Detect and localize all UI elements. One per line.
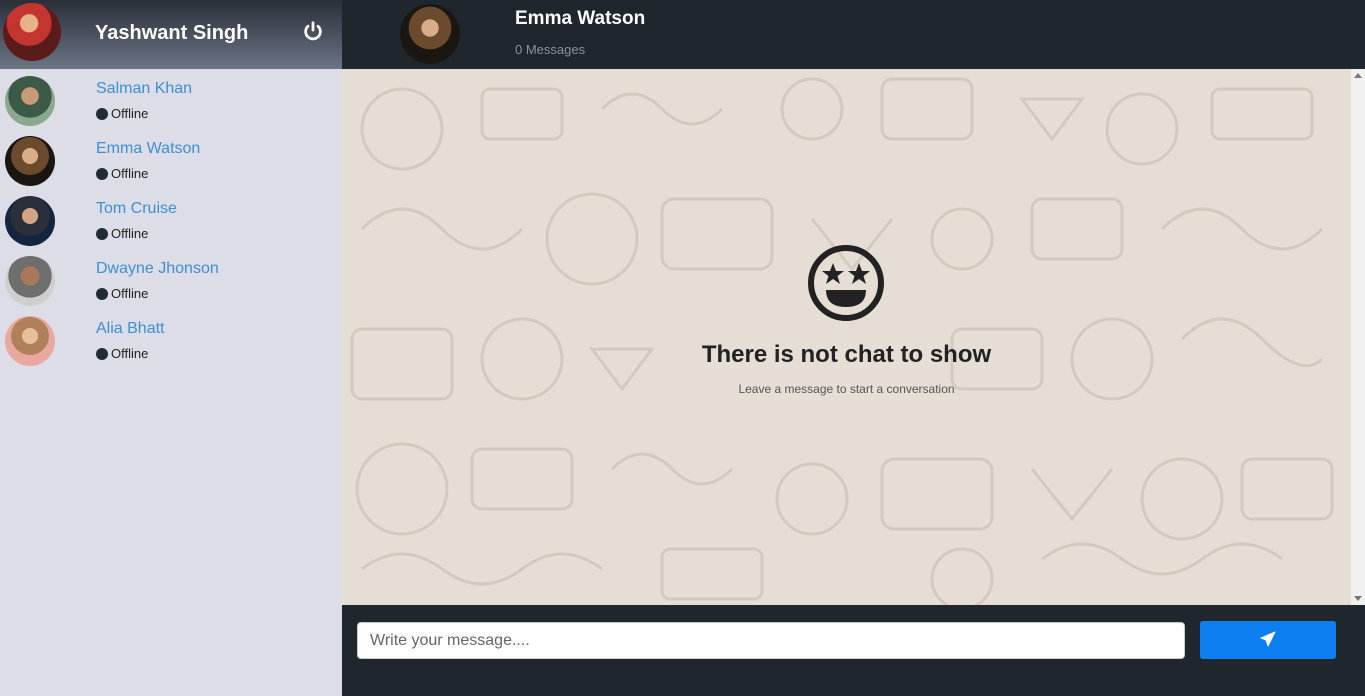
chat-scrollbar[interactable] (1351, 69, 1365, 605)
current-user-bar: Yashwant Singh (0, 0, 342, 69)
empty-state-subtitle: Leave a message to start a conversation (738, 382, 955, 396)
empty-state-title: There is not chat to show (701, 341, 992, 368)
contact-avatar (5, 256, 55, 306)
status-dot-icon (96, 227, 108, 240)
message-count: 0 Messages (515, 42, 586, 57)
empty-state: There is not chat to show Leave a messag… (342, 69, 1351, 605)
send-button[interactable] (1200, 621, 1336, 659)
status-text: Offline (111, 346, 149, 361)
current-user-name: Yashwant Singh (95, 22, 249, 44)
message-composer (342, 605, 1365, 696)
contact-status: Offline (96, 226, 148, 241)
contact-avatar (5, 316, 55, 366)
status-text: Offline (111, 286, 149, 301)
contact-name: Emma Watson (96, 140, 201, 157)
contact-status: Offline (96, 166, 148, 181)
contact-item-salman-khan[interactable]: Salman Khan Offline (0, 69, 342, 129)
status-dot-icon (96, 287, 108, 300)
contact-item-alia-bhatt[interactable]: Alia Bhatt Offline (0, 309, 342, 369)
status-text: Offline (111, 166, 149, 181)
contact-item-dwayne-jhonson[interactable]: Dwayne Jhonson Offline (0, 249, 342, 309)
contact-item-emma-watson[interactable]: Emma Watson Offline (0, 129, 342, 189)
chat-header: Emma Watson 0 Messages (342, 0, 1365, 69)
status-dot-icon (96, 167, 108, 180)
status-dot-icon (96, 347, 108, 360)
status-text: Offline (111, 106, 149, 121)
contact-avatar (5, 136, 55, 186)
chat-area: There is not chat to show Leave a messag… (342, 69, 1351, 605)
status-text: Offline (111, 226, 149, 241)
sidebar: Yashwant Singh Salman Khan Offline Emma … (0, 0, 342, 696)
contact-list: Salman Khan Offline Emma Watson Offline … (0, 69, 342, 369)
chat-contact-avatar (400, 4, 460, 64)
current-user-avatar (3, 3, 61, 61)
paper-plane-icon (1260, 631, 1276, 646)
contact-status: Offline (96, 106, 148, 121)
status-dot-icon (96, 107, 108, 120)
contact-name: Dwayne Jhonson (96, 260, 219, 277)
contact-name: Salman Khan (96, 80, 193, 97)
scroll-up-icon[interactable] (1354, 73, 1362, 78)
contact-name: Alia Bhatt (96, 320, 165, 337)
star-struck-face-icon (808, 245, 884, 321)
contact-status: Offline (96, 286, 148, 301)
scroll-down-icon[interactable] (1354, 596, 1362, 601)
contact-status: Offline (96, 346, 148, 361)
chat-app: Yashwant Singh Salman Khan Offline Emma … (0, 0, 1365, 696)
contact-avatar (5, 196, 55, 246)
power-icon[interactable] (302, 20, 324, 42)
message-input[interactable] (357, 622, 1185, 659)
chat-contact-name: Emma Watson (515, 8, 646, 29)
contact-name: Tom Cruise (96, 200, 177, 217)
contact-avatar (5, 76, 55, 126)
contact-item-tom-cruise[interactable]: Tom Cruise Offline (0, 189, 342, 249)
